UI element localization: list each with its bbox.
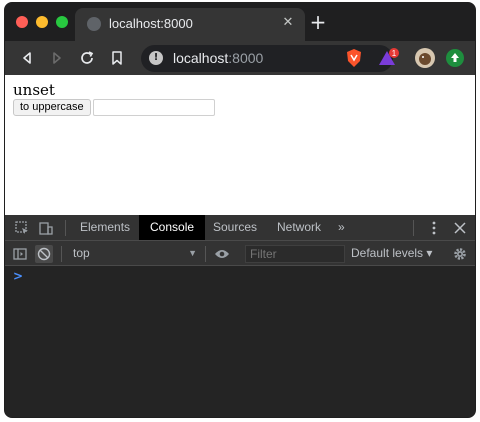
new-tab-button[interactable]: + (307, 12, 329, 34)
brave-shield-icon[interactable] (345, 48, 365, 68)
devtools-panel: Elements Console Sources Network » top ▼… (5, 215, 475, 417)
context-selector[interactable]: top ▼ (73, 245, 199, 262)
extension-badge: 1 (392, 49, 397, 58)
forward-arrow-icon (53, 52, 61, 64)
toolbar-divider (413, 220, 414, 236)
toolbar-divider (205, 246, 206, 262)
clear-console-icon[interactable] (35, 245, 53, 263)
sidebar-toggle-icon[interactable] (11, 245, 29, 263)
eye-icon[interactable] (213, 245, 231, 263)
console-prompt-icon: > (13, 269, 24, 283)
back-button[interactable] (15, 46, 39, 70)
console-filter-input[interactable] (245, 245, 345, 263)
browser-tab[interactable]: localhost:8000 ✕ (75, 8, 305, 41)
more-tabs-icon[interactable]: » (327, 215, 356, 240)
gear-icon[interactable] (451, 245, 469, 263)
to-uppercase-button[interactable]: to uppercase (13, 99, 91, 116)
context-value: top (73, 246, 90, 260)
tab-bar: localhost:8000 ✕ + (5, 3, 475, 41)
tab-network[interactable]: Network (266, 215, 332, 240)
inspect-element-icon[interactable] (13, 219, 31, 237)
tab-title: localhost:8000 (109, 16, 193, 31)
bookmark-button[interactable] (105, 46, 129, 70)
close-window-button[interactable] (16, 16, 28, 28)
toolbar-divider (65, 220, 66, 236)
address-port: :8000 (228, 50, 264, 66)
devtools-tab-bar: Elements Console Sources Network » (5, 215, 475, 241)
bookmark-icon (112, 51, 122, 65)
browser-window: localhost:8000 ✕ + ! localhost:8000 1 un… (4, 2, 476, 418)
maximize-window-button[interactable] (56, 16, 68, 28)
device-toolbar-icon[interactable] (37, 219, 55, 237)
globe-icon (87, 17, 101, 31)
tab-elements[interactable]: Elements (69, 215, 141, 240)
dropdown-arrow-icon: ▼ (188, 248, 197, 258)
tab-sources[interactable]: Sources (202, 215, 268, 240)
minimize-window-button[interactable] (36, 16, 48, 28)
page-viewport: unset to uppercase (5, 75, 475, 215)
address-text: localhost:8000 (173, 50, 263, 66)
log-levels-dropdown[interactable]: Default levels ▾ (351, 245, 432, 262)
reload-icon (81, 51, 94, 64)
value-text: unset (13, 81, 55, 99)
reload-button[interactable] (75, 46, 99, 70)
close-tab-icon[interactable]: ✕ (279, 14, 297, 32)
toolbar-divider (61, 246, 62, 262)
console-toolbar: top ▼ Default levels ▾ (5, 241, 475, 266)
address-host: localhost (173, 50, 229, 66)
rewards-icon[interactable]: 1 (377, 48, 399, 68)
update-icon[interactable] (445, 48, 465, 68)
back-arrow-icon (23, 52, 31, 64)
profile-avatar[interactable] (415, 48, 435, 68)
text-input[interactable] (93, 99, 215, 116)
browser-toolbar: ! localhost:8000 1 (5, 41, 475, 75)
avatar (415, 48, 435, 68)
close-devtools-icon[interactable] (451, 219, 469, 237)
tab-console[interactable]: Console (139, 215, 206, 240)
forward-button[interactable] (45, 46, 69, 70)
info-icon[interactable]: ! (149, 51, 163, 65)
kebab-menu-icon[interactable] (425, 219, 443, 237)
console-output[interactable]: > (5, 267, 475, 417)
